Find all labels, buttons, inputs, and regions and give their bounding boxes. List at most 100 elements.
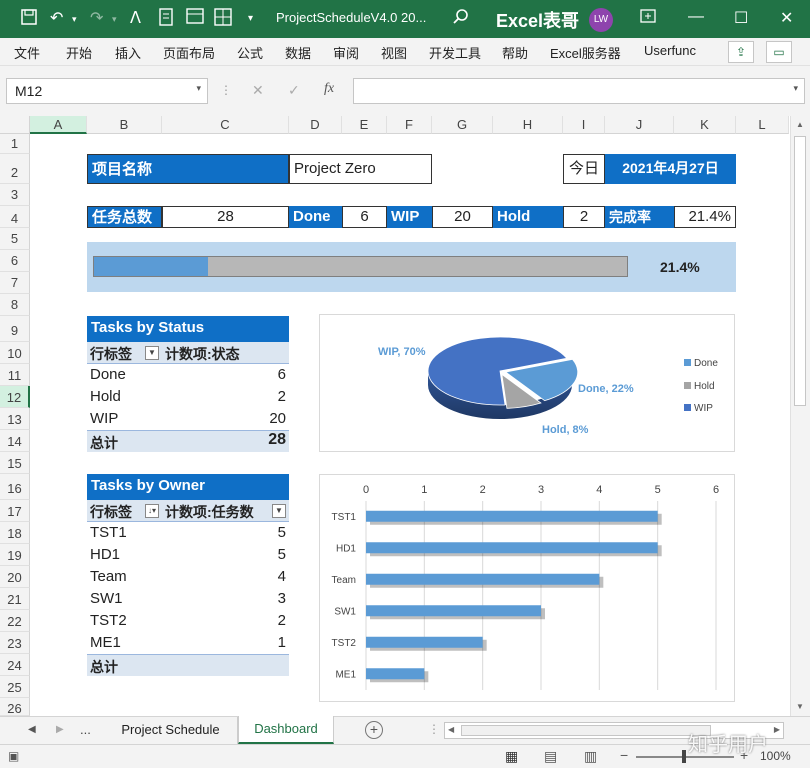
menu-home[interactable]: 开始	[66, 43, 92, 62]
avatar[interactable]: LW	[589, 8, 613, 32]
form-icon[interactable]	[186, 8, 204, 29]
vertical-scroll-thumb[interactable]	[794, 136, 806, 406]
draw-icon[interactable]: ᐱ	[130, 8, 141, 28]
column-header-e[interactable]: E	[342, 116, 387, 134]
sort-filter-dropdown-icon[interactable]: ↓▾	[145, 504, 159, 518]
vertical-scrollbar[interactable]: ▲ ▼	[790, 116, 810, 716]
column-header-j[interactable]: J	[605, 116, 674, 134]
row-header-22[interactable]: 22	[0, 610, 30, 632]
scroll-left-icon[interactable]: ◀	[448, 725, 454, 734]
undo-icon[interactable]: ↶	[50, 8, 63, 28]
menu-help[interactable]: 帮助	[502, 43, 528, 62]
wip-value[interactable]: 20	[432, 206, 493, 228]
save-icon[interactable]	[20, 8, 38, 31]
row-header-20[interactable]: 20	[0, 566, 30, 588]
owner-pivot-row[interactable]: TST2 2	[87, 610, 289, 632]
filter-dropdown-icon[interactable]: ▼	[145, 346, 159, 360]
row-header-4[interactable]: 4	[0, 206, 30, 228]
row-header-9[interactable]: 9	[0, 316, 30, 342]
column-header-d[interactable]: D	[289, 116, 342, 134]
row-header-11[interactable]: 11	[0, 364, 30, 386]
normal-view-icon[interactable]: ▦	[505, 748, 518, 765]
redo-dropdown-icon[interactable]: ▾	[112, 14, 117, 25]
status-pivot-total[interactable]: 总计 28	[87, 430, 289, 452]
close-icon[interactable]: ✕	[780, 8, 793, 28]
menu-view[interactable]: 视图	[381, 43, 407, 62]
enter-icon[interactable]: ✓	[288, 82, 300, 99]
row-header-14[interactable]: 14	[0, 430, 30, 452]
status-pie-chart[interactable]: WIP, 70% Done, 22% Hold, 8% Done Hold WI…	[319, 314, 735, 452]
column-header-h[interactable]: H	[493, 116, 563, 134]
menu-formulas[interactable]: 公式	[237, 43, 263, 62]
page-break-view-icon[interactable]: ▥	[584, 748, 597, 765]
search-icon[interactable]	[452, 8, 470, 31]
add-sheet-icon[interactable]: +	[365, 721, 383, 739]
zoom-out-icon[interactable]: −	[620, 747, 628, 763]
row-header-2[interactable]: 2	[0, 154, 30, 184]
name-box[interactable]: M12 ▾	[6, 78, 208, 104]
column-header-i[interactable]: I	[563, 116, 605, 134]
tab-project-schedule[interactable]: Project Schedule	[104, 717, 238, 744]
project-name-value[interactable]: Project Zero	[289, 154, 432, 184]
today-value[interactable]: 2021年4月27日	[605, 154, 736, 184]
menu-page-layout[interactable]: 页面布局	[163, 43, 215, 62]
minimize-icon[interactable]: —	[688, 8, 704, 26]
row-header-17[interactable]: 17	[0, 500, 30, 522]
row-header-8[interactable]: 8	[0, 294, 30, 316]
formula-input[interactable]: ▾	[353, 78, 805, 104]
insert-function-icon[interactable]: fx	[324, 81, 334, 97]
row-header-23[interactable]: 23	[0, 632, 30, 654]
row-header-1[interactable]: 1	[0, 134, 30, 154]
hold-value[interactable]: 2	[563, 206, 605, 228]
owner-pivot-row[interactable]: ME1 1	[87, 632, 289, 654]
account-name[interactable]: Excel表哥	[496, 7, 579, 33]
scroll-up-icon[interactable]: ▲	[796, 120, 804, 129]
filter-dropdown-icon[interactable]: ▼	[272, 504, 286, 518]
horizontal-scroll-thumb[interactable]	[461, 725, 711, 736]
menu-userfunc[interactable]: Userfunc	[644, 43, 696, 58]
select-all-corner[interactable]	[0, 116, 30, 134]
menu-review[interactable]: 审阅	[333, 43, 359, 62]
owner-pivot-row[interactable]: SW1 3	[87, 588, 289, 610]
owner-bar-chart[interactable]: 0 1 2 3 4 5 6 TST1 HD1 Team SW1 TST2 ME1	[319, 474, 735, 702]
page-layout-view-icon[interactable]: ▤	[544, 748, 557, 765]
tab-dashboard[interactable]: Dashboard	[238, 716, 334, 744]
zoom-slider-thumb[interactable]	[682, 750, 686, 763]
cancel-icon[interactable]: ✕	[252, 82, 264, 99]
row-header-16[interactable]: 16	[0, 474, 30, 500]
next-sheet-icon[interactable]: ▶	[56, 724, 64, 735]
row-header-6[interactable]: 6	[0, 250, 30, 272]
customize-toolbar-icon[interactable]: ▾	[248, 13, 253, 24]
column-header-a[interactable]: A	[30, 116, 87, 134]
share-icon[interactable]: ⇪	[728, 41, 754, 63]
row-header-7[interactable]: 7	[0, 272, 30, 294]
menu-insert[interactable]: 插入	[115, 43, 141, 62]
row-header-10[interactable]: 10	[0, 342, 30, 364]
menu-developer[interactable]: 开发工具	[429, 43, 481, 62]
table-icon[interactable]	[214, 8, 232, 31]
owner-pivot-row[interactable]: HD1 5	[87, 544, 289, 566]
row-header-12[interactable]: 12	[0, 386, 30, 408]
expand-formula-icon[interactable]: ▾	[793, 83, 798, 94]
ribbon-display-icon[interactable]	[640, 8, 656, 29]
owner-pivot-row[interactable]: TST1 5	[87, 522, 289, 544]
status-pivot-row[interactable]: WIP 20	[87, 408, 289, 430]
completion-rate-value[interactable]: 21.4%	[674, 206, 736, 228]
chevron-down-icon[interactable]: ▾	[196, 83, 201, 94]
total-tasks-value[interactable]: 28	[162, 206, 289, 228]
owner-pivot-total[interactable]: 总计	[87, 654, 289, 676]
owner-pivot-row[interactable]: Team 4	[87, 566, 289, 588]
row-header-26[interactable]: 26	[0, 698, 30, 716]
menu-data[interactable]: 数据	[285, 43, 311, 62]
column-header-c[interactable]: C	[162, 116, 289, 134]
scroll-right-icon[interactable]: ▶	[774, 725, 780, 734]
column-header-f[interactable]: F	[387, 116, 432, 134]
row-header-3[interactable]: 3	[0, 184, 30, 206]
maximize-icon[interactable]: ☐	[734, 8, 748, 28]
comments-icon[interactable]: ▭	[766, 41, 792, 63]
status-pivot-row[interactable]: Done 6	[87, 364, 289, 386]
row-header-19[interactable]: 19	[0, 544, 30, 566]
row-header-24[interactable]: 24	[0, 654, 30, 676]
done-value[interactable]: 6	[342, 206, 387, 228]
more-sheets[interactable]: ...	[80, 722, 91, 737]
